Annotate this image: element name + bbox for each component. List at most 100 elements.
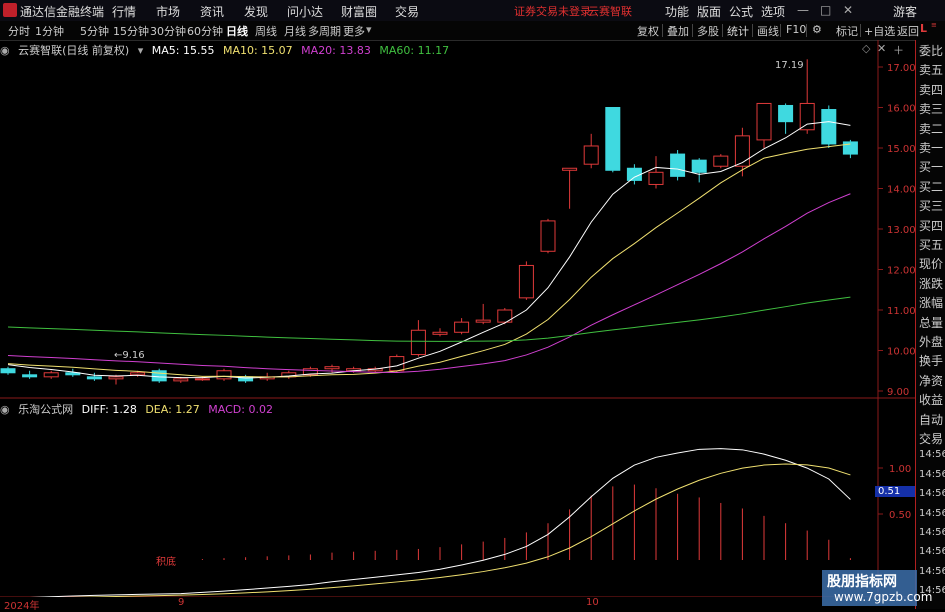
- macd-tick-label: 1.00: [889, 464, 911, 475]
- period-fenshi[interactable]: 分时: [8, 23, 30, 39]
- menu-xuanxiang[interactable]: 选项: [761, 3, 785, 20]
- kline-chart[interactable]: 17.00 16.00 15.00 14.00 13.00 12.00 11.00 10.00…: [0, 40, 915, 609]
- quote-side-item[interactable]: 14:56: [919, 469, 945, 480]
- quote-side-item[interactable]: 买三: [919, 197, 943, 214]
- multi-stock-button[interactable]: 多股: [697, 23, 719, 39]
- candle-body: [518, 264, 534, 299]
- period-multi[interactable]: 多周期: [308, 23, 341, 39]
- period-more[interactable]: 更多: [343, 23, 365, 39]
- add-icon[interactable]: ＋: [893, 42, 904, 58]
- candle-body: [0, 368, 16, 374]
- quote-side-item[interactable]: 买四: [919, 217, 943, 234]
- quote-side-item[interactable]: 自动: [919, 411, 943, 428]
- mark-button[interactable]: 标记: [836, 23, 858, 39]
- bottom-signal-label: 积底: [156, 557, 176, 568]
- menu-shichang[interactable]: 市场: [156, 3, 180, 20]
- x-axis-label: 9: [178, 597, 185, 608]
- collapse-icon[interactable]: ◇: [862, 42, 870, 55]
- quote-side-item[interactable]: 卖一: [919, 139, 943, 156]
- quote-side-item[interactable]: 卖四: [919, 81, 943, 98]
- trade-login-warning[interactable]: 证券交易未登录: [514, 3, 591, 19]
- maximize-button[interactable]: □: [820, 3, 831, 17]
- chevron-down-icon[interactable]: ▾: [366, 23, 372, 36]
- menu-gongshi[interactable]: 公式: [729, 3, 753, 20]
- drawing-button[interactable]: 画线: [757, 23, 779, 39]
- period-60min[interactable]: 60分钟: [187, 23, 223, 39]
- guest-user[interactable]: 游客: [893, 3, 917, 20]
- menu-wenxiaoda[interactable]: 问小达: [287, 3, 323, 20]
- price-tick-label: 13.00: [887, 225, 915, 236]
- menu-caifuquan[interactable]: 财富圈: [341, 3, 377, 20]
- candle-body: [22, 374, 38, 378]
- close-button[interactable]: ✕: [843, 3, 853, 17]
- close-icon[interactable]: ✕: [877, 42, 886, 55]
- candle-body: [173, 378, 189, 382]
- current-stock-name: 云赛智联: [588, 5, 632, 18]
- candle-body: [778, 104, 794, 123]
- quote-side-item[interactable]: 净资: [919, 372, 943, 389]
- candle-body: [43, 372, 59, 378]
- quote-side-item[interactable]: 涨跌: [919, 275, 943, 292]
- cursor-value-badge: 0.51: [875, 486, 915, 497]
- app-logo-icon: [3, 3, 17, 17]
- quote-side-item[interactable]: 涨幅: [919, 294, 943, 311]
- candle-body: [605, 107, 621, 171]
- quote-side-item[interactable]: 委比: [919, 42, 943, 59]
- site-watermark: 股朋指标网 www.7gpzb.com: [822, 570, 932, 606]
- quote-side-item[interactable]: 14:56: [919, 546, 945, 557]
- quote-side-item[interactable]: 14:56: [919, 449, 945, 460]
- period-15min[interactable]: 15分钟: [113, 23, 149, 39]
- period-weekly[interactable]: 周线: [255, 23, 277, 39]
- gear-icon[interactable]: ⚙: [812, 23, 822, 36]
- quote-side-item[interactable]: 买五: [919, 236, 943, 253]
- quote-side-item[interactable]: 卖三: [919, 100, 943, 117]
- price-tick-label: 15.00: [887, 144, 915, 155]
- quote-side-item[interactable]: 14:56: [919, 527, 945, 538]
- toolbar-divider: [752, 24, 753, 37]
- fuquan-button[interactable]: 复权: [637, 23, 659, 39]
- x-axis-label: 2024年: [4, 601, 40, 612]
- chevron-down-icon[interactable]: ▾: [138, 44, 144, 57]
- menu-banmian[interactable]: 版面: [697, 3, 721, 20]
- menu-zixun[interactable]: 资讯: [200, 3, 224, 20]
- candle-body: [734, 135, 750, 167]
- period-5min[interactable]: 5分钟: [80, 23, 109, 39]
- quote-side-item[interactable]: 卖五: [919, 61, 943, 78]
- quote-side-item[interactable]: 换手: [919, 352, 943, 369]
- menu-jiaoyi[interactable]: 交易: [395, 3, 419, 20]
- ma10-label: MA10: 15.07: [222, 44, 293, 57]
- price-tick-label: 14.00: [887, 185, 915, 196]
- period-daily[interactable]: 日线: [226, 23, 248, 39]
- watermark-url: www.7gpzb.com: [834, 590, 933, 604]
- quote-side-item[interactable]: 14:56: [919, 508, 945, 519]
- quote-side-item[interactable]: 卖二: [919, 120, 943, 137]
- x-axis: [0, 597, 915, 609]
- candle-body: [842, 141, 858, 155]
- quote-side-item[interactable]: 14:56: [919, 488, 945, 499]
- quote-side-item[interactable]: 外盘: [919, 333, 943, 350]
- candle-body: [130, 372, 146, 376]
- toolbar-divider: [806, 24, 807, 37]
- quote-side-item[interactable]: 交易: [919, 430, 943, 447]
- menu-hangqing[interactable]: 行情: [112, 3, 136, 20]
- quote-side-item[interactable]: 14:56: [919, 566, 945, 577]
- quote-side-item[interactable]: 现价: [919, 255, 943, 272]
- period-30min[interactable]: 30分钟: [150, 23, 186, 39]
- add-watchlist-button[interactable]: +自选: [864, 23, 895, 39]
- overlay-button[interactable]: 叠加: [667, 23, 689, 39]
- quote-side-item[interactable]: 总量: [919, 314, 943, 331]
- menu-faxian[interactable]: 发现: [244, 3, 268, 20]
- quote-side-item[interactable]: 收益: [919, 391, 943, 408]
- f10-button[interactable]: F10: [786, 23, 806, 36]
- quote-side-item[interactable]: 买一: [919, 158, 943, 175]
- minimize-button[interactable]: —: [797, 3, 809, 17]
- candle-body: [756, 102, 772, 141]
- quote-side-item[interactable]: 买二: [919, 178, 943, 195]
- statistics-button[interactable]: 统计: [727, 23, 749, 39]
- back-button[interactable]: 返回: [897, 23, 919, 39]
- formula-source: 乐淘公式网: [18, 403, 74, 416]
- period-monthly[interactable]: 月线: [284, 23, 306, 39]
- period-1min[interactable]: 1分钟: [35, 23, 64, 39]
- menu-gongneng[interactable]: 功能: [665, 3, 689, 20]
- candle-body: [562, 167, 578, 171]
